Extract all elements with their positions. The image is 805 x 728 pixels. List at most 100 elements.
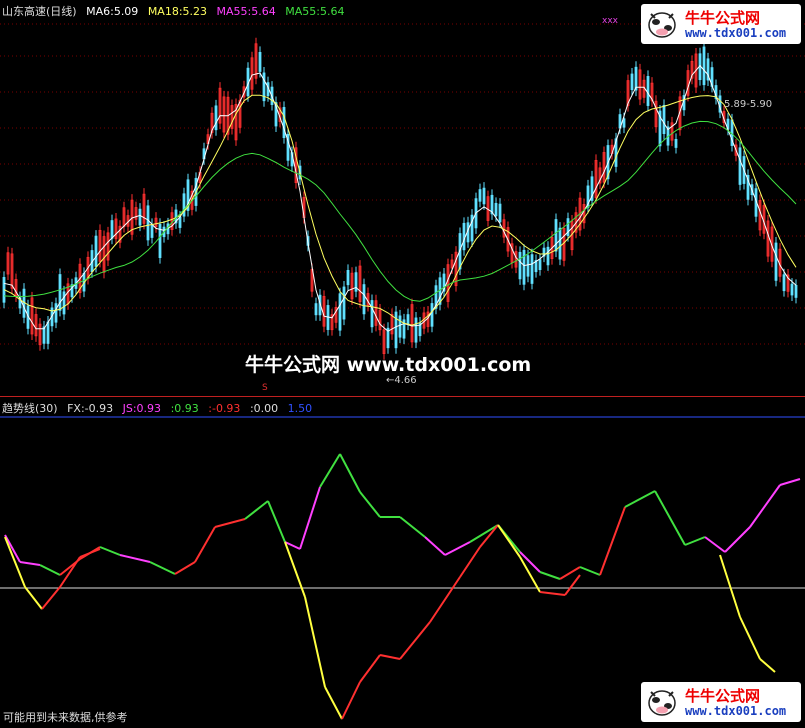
candle-body xyxy=(702,46,706,86)
js-segment xyxy=(99,546,121,556)
fx-segment xyxy=(497,524,521,558)
candle-body xyxy=(674,139,678,148)
sell-marker: S xyxy=(262,383,268,393)
candle-body xyxy=(498,203,502,223)
js-segment xyxy=(319,453,341,488)
candle-body xyxy=(774,242,778,281)
fx-segment xyxy=(399,621,431,660)
js-segment xyxy=(214,518,246,528)
ma6-label: MA6:5.09 xyxy=(86,5,139,18)
candle-body xyxy=(478,189,482,202)
candle-body xyxy=(494,202,498,217)
high-price-label: 5.89-5.90 xyxy=(724,99,773,110)
candle-body xyxy=(554,219,558,252)
js-segment xyxy=(749,484,781,528)
candle-body xyxy=(394,311,398,349)
candle-body xyxy=(314,303,318,316)
candle-body xyxy=(146,205,150,241)
logo-title: 牛牛公式网 xyxy=(685,687,761,705)
js-segment xyxy=(244,500,269,520)
candle-body xyxy=(42,326,46,344)
candle-body xyxy=(214,105,218,131)
logo-url: www.tdx001.com xyxy=(685,26,787,40)
fx-segment xyxy=(324,686,343,720)
site-logo-bottom: 牛牛公式网 www.tdx001.com xyxy=(641,682,801,722)
candle-body xyxy=(46,321,50,344)
candle-body xyxy=(530,254,534,284)
candle-body xyxy=(462,222,466,251)
watermark-text: 牛牛公式网 www.tdx001.com xyxy=(245,354,532,376)
fx-segment xyxy=(41,586,61,610)
js-segment xyxy=(444,541,471,556)
indicator-title: 趋势线(30) xyxy=(2,402,58,415)
fx-segment xyxy=(341,681,361,720)
indicator-legend: 趋势线(30) FX:-0.93 JS:0.93 :0.93 :-0.93 :0… xyxy=(2,400,318,416)
candle-body xyxy=(630,73,634,91)
logo-url: www.tdx001.com xyxy=(685,704,787,718)
js-segment xyxy=(299,486,321,550)
fx-segment xyxy=(739,616,761,660)
fx-segment xyxy=(304,596,326,688)
candle-body xyxy=(526,255,530,277)
js-segment xyxy=(359,491,381,518)
js-segment xyxy=(579,566,601,576)
js-segment xyxy=(19,561,41,566)
candle-body xyxy=(634,66,638,91)
js-value: JS:0.93 xyxy=(122,402,162,415)
js-segment xyxy=(339,453,361,493)
candle-body xyxy=(662,104,666,135)
fx-segment xyxy=(479,524,499,548)
candle-body xyxy=(58,274,62,311)
js-segment xyxy=(654,490,686,546)
js-segment xyxy=(559,566,581,580)
candle-body xyxy=(342,286,346,320)
candle-body xyxy=(518,251,522,280)
js-segment xyxy=(399,516,426,538)
ma55-label: MA55:5.64 xyxy=(216,5,276,18)
cow-icon xyxy=(648,690,676,716)
site-logo-top: 牛牛公式网 www.tdx001.com xyxy=(641,4,801,44)
fx-value: FX:-0.93 xyxy=(67,402,114,415)
candle-body xyxy=(346,269,350,286)
signal-marker: xxx xyxy=(602,16,618,26)
fx-segment xyxy=(359,654,381,683)
candle-body xyxy=(646,76,650,106)
candle-body xyxy=(138,208,142,226)
candle-body xyxy=(546,246,550,266)
candlestick-chart[interactable] xyxy=(0,0,805,396)
js-segment xyxy=(174,561,196,575)
fx-segment xyxy=(539,591,566,596)
price-chart-pane[interactable]: 山东高速(日线) MA6:5.09 MA18:5.23 MA55:5.64 MA… xyxy=(0,0,805,396)
js-segment xyxy=(119,554,151,563)
candle-body xyxy=(558,227,562,260)
candle-body xyxy=(94,235,98,267)
fx-segment xyxy=(564,574,581,596)
red-value: :-0.93 xyxy=(208,402,241,415)
indicator-pane[interactable]: 趋势线(30) FX:-0.93 JS:0.93 :0.93 :-0.93 :0… xyxy=(0,397,805,728)
js-segment xyxy=(39,564,61,576)
disclaimer-footnote: 可能用到未来数据,供参考 xyxy=(3,711,128,724)
candle-body xyxy=(790,283,794,296)
fx-segment xyxy=(79,548,101,558)
candle-body xyxy=(414,317,418,343)
fx-segment xyxy=(459,546,481,578)
fx-segment xyxy=(379,654,401,660)
candle-body xyxy=(258,51,262,72)
js-segment xyxy=(539,571,561,580)
candle-body xyxy=(54,303,58,323)
candle-body xyxy=(370,300,374,328)
cow-icon xyxy=(648,12,676,38)
js-segment xyxy=(194,526,216,563)
js-segment xyxy=(704,536,726,553)
candle-body xyxy=(482,187,486,205)
js-segment xyxy=(469,524,499,543)
trend-line-chart[interactable] xyxy=(0,397,805,728)
js-segment xyxy=(599,506,626,576)
candle-body xyxy=(430,303,434,327)
fx-segment xyxy=(759,658,776,673)
js-segment xyxy=(684,536,706,546)
ma6-line xyxy=(3,64,797,332)
candle-body xyxy=(338,293,342,331)
fx-segment xyxy=(429,576,461,623)
price-legend: 山东高速(日线) MA6:5.09 MA18:5.23 MA55:5.64 MA… xyxy=(2,3,350,19)
